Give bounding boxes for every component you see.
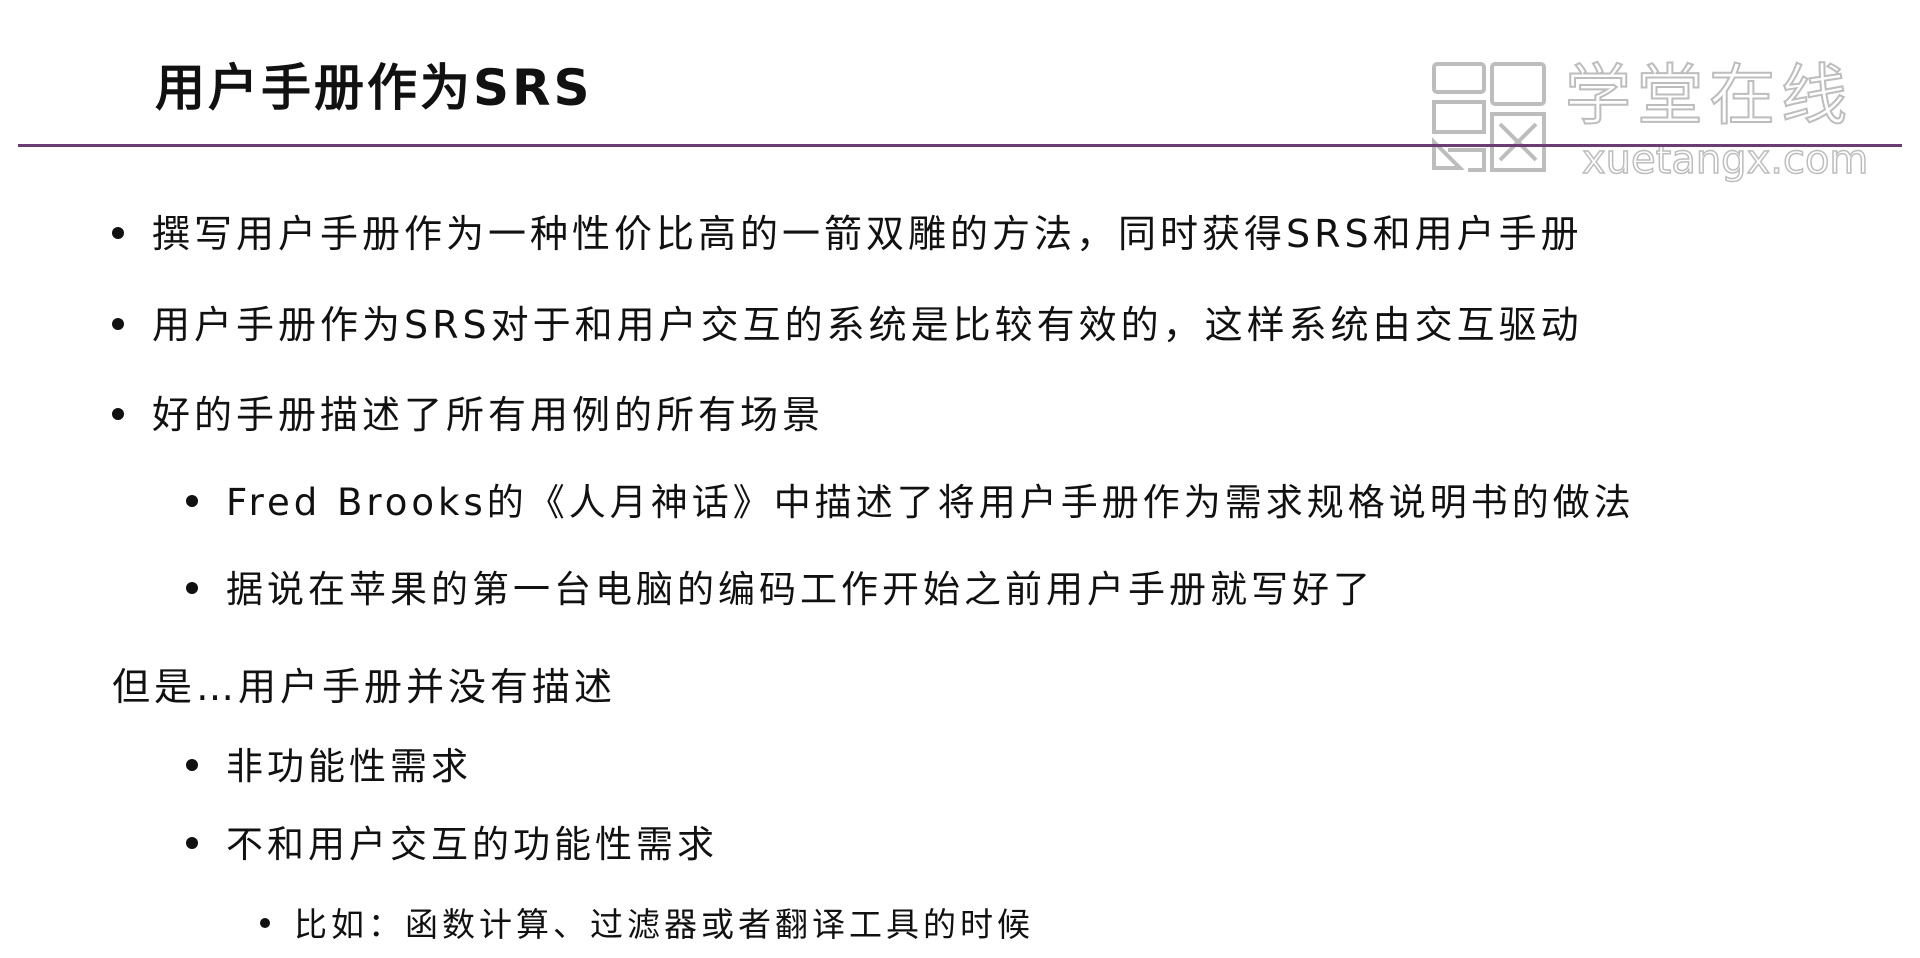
bullet-dot	[186, 836, 198, 849]
bullet-text: 非功能性需求	[226, 745, 472, 788]
watermark-chinese-text: 学堂在线	[1564, 57, 1853, 135]
bullet-dot	[186, 581, 198, 594]
bullet-text: 撰写用户手册作为一种性价比高的一箭双雕的方法，同时获得SRS和用户手册	[152, 212, 1583, 256]
title-rule	[18, 144, 1902, 147]
but-bullet-item: 不和用户交互的功能性需求	[186, 823, 718, 867]
sub-bullet-item: 据说在苹果的第一台电脑的编码工作开始之前用户手册就写好了	[186, 568, 1374, 612]
bullet-dot	[260, 917, 270, 928]
sub-bullet-item: Fred Brooks的《人月神话》中描述了将用户手册作为需求规格说明书的做法	[186, 481, 1635, 525]
bullet-dot	[186, 494, 198, 507]
but-heading: 但是…用户手册并没有描述	[112, 665, 617, 709]
bullet-text: 用户手册作为SRS对于和用户交互的系统是比较有效的，这样系统由交互驱动	[152, 303, 1583, 347]
bullet-item: 撰写用户手册作为一种性价比高的一箭双雕的方法，同时获得SRS和用户手册	[112, 212, 1583, 258]
bullet-item: 用户手册作为SRS对于和用户交互的系统是比较有效的，这样系统由交互驱动	[112, 303, 1583, 349]
bullet-dot	[186, 758, 198, 771]
bullet-text: 据说在苹果的第一台电脑的编码工作开始之前用户手册就写好了	[226, 568, 1374, 611]
bullet-dot	[112, 226, 124, 239]
bullet-text: 不和用户交互的功能性需求	[226, 823, 718, 866]
but-bullet-item: 非功能性需求	[186, 745, 472, 789]
bullet-text: 比如：函数计算、过滤器或者翻译工具的时候	[294, 905, 1034, 944]
bullet-text: 好的手册描述了所有用例的所有场景	[152, 393, 825, 437]
xuetangx-logo-icon	[1432, 62, 1546, 172]
but-sub-bullet-item: 比如：函数计算、过滤器或者翻译工具的时候	[260, 905, 1034, 945]
bullet-dot	[112, 317, 124, 330]
bullet-dot	[112, 407, 124, 420]
slide-title: 用户手册作为SRS	[155, 59, 593, 117]
bullet-text: Fred Brooks的《人月神话》中描述了将用户手册作为需求规格说明书的做法	[226, 481, 1635, 524]
bullet-item: 好的手册描述了所有用例的所有场景	[112, 393, 824, 439]
watermark: 学堂在线 xuetangx.com	[1430, 57, 1869, 184]
